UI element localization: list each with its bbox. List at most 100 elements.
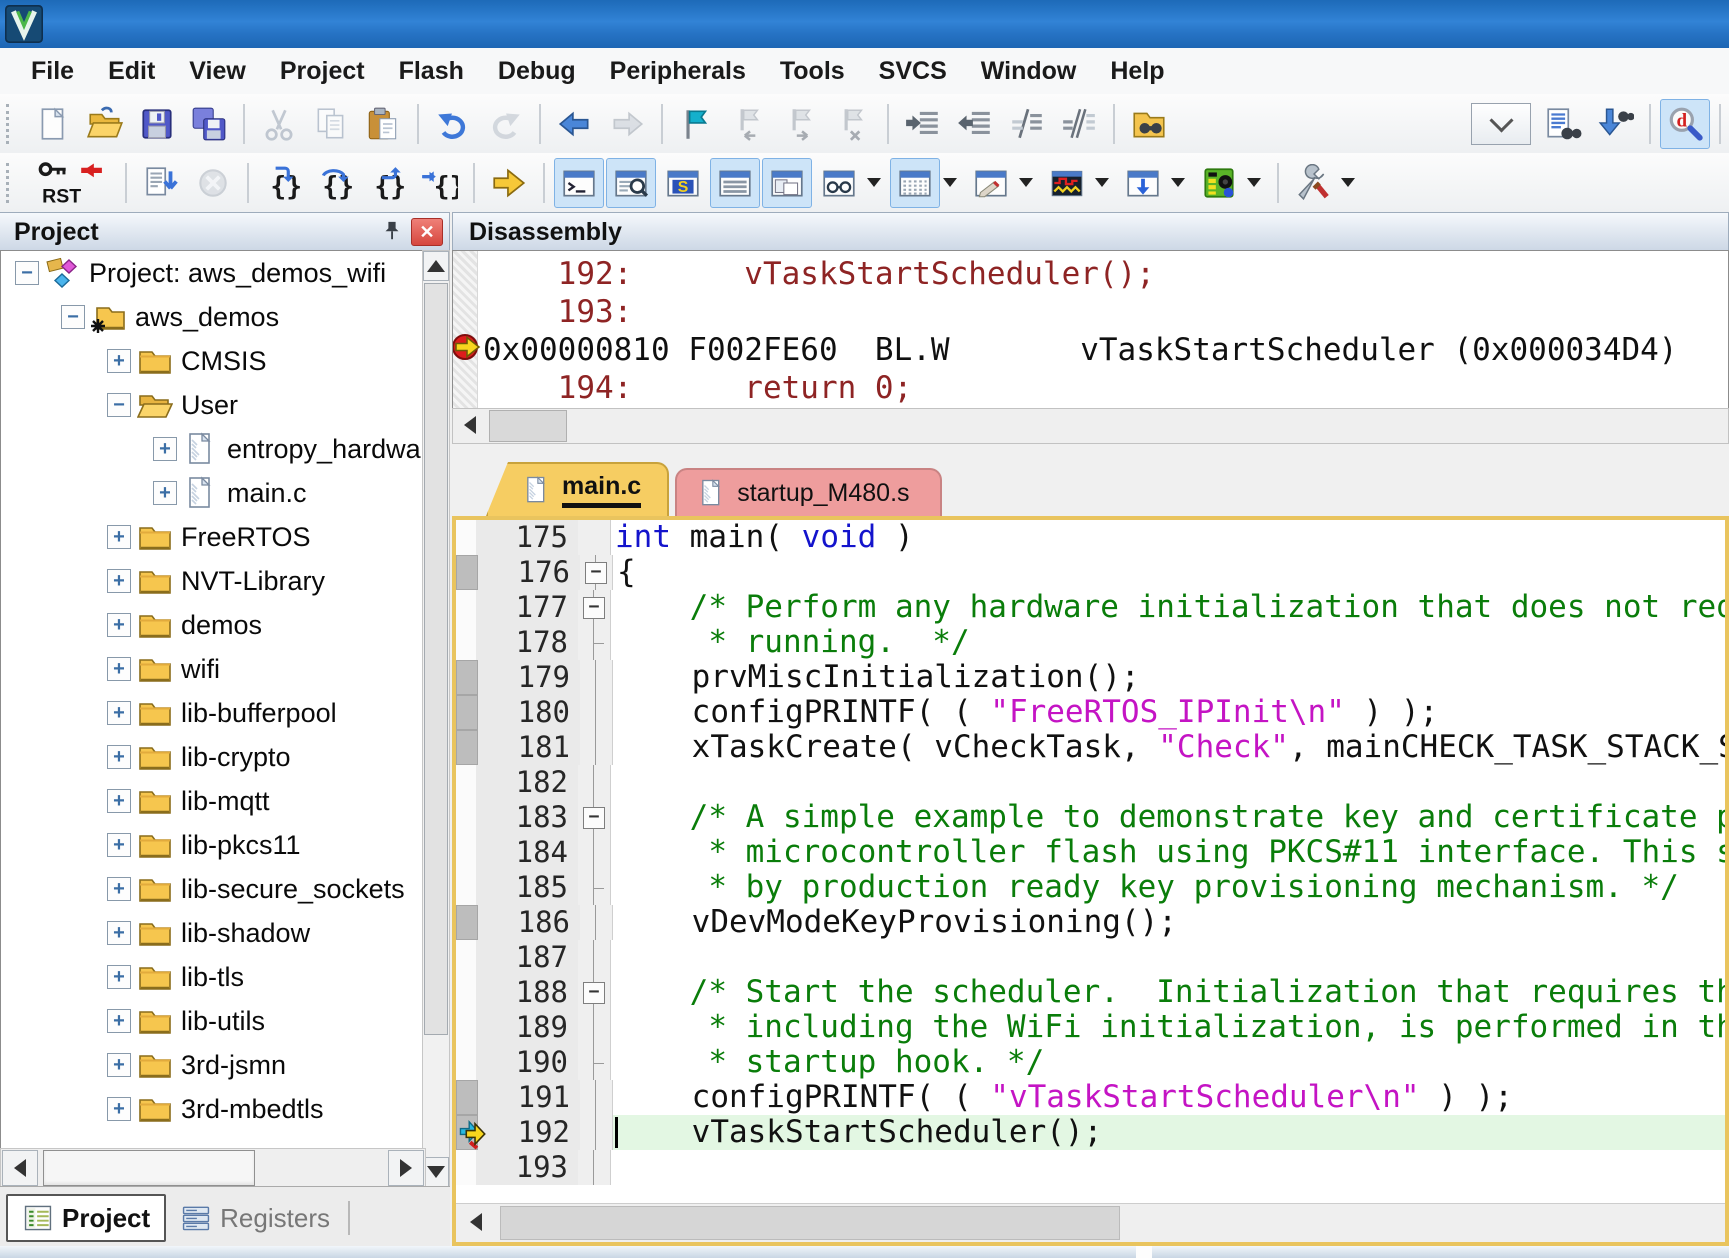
code-text[interactable]: /* Perform any hardware initialization t… [611, 590, 1725, 625]
tree-item-user[interactable]: −User [1, 383, 425, 427]
pin-icon[interactable] [377, 217, 407, 247]
tree-item-lib-shadow[interactable]: +lib-shadow [1, 911, 425, 955]
outdent-button[interactable] [950, 99, 1000, 149]
tree-item-demos[interactable]: +demos [1, 603, 425, 647]
expand-toggle[interactable]: + [107, 657, 131, 681]
uncomment-button[interactable] [1054, 99, 1104, 149]
editor-tab-main-c[interactable]: main.c [486, 462, 669, 516]
tree-item-lib-pkcs11[interactable]: +lib-pkcs11 [1, 823, 425, 867]
expand-toggle[interactable]: + [107, 877, 131, 901]
dropdown-caret-icon[interactable] [1341, 178, 1355, 187]
menu-debug[interactable]: Debug [481, 48, 593, 94]
fold-collapse-toggle[interactable]: − [583, 597, 605, 619]
run-button[interactable] [136, 158, 186, 208]
project-tree-hscrollbar[interactable] [0, 1148, 426, 1188]
scroll-left-button[interactable] [2, 1150, 38, 1186]
title-bar[interactable] [0, 0, 1729, 48]
disassembly-window-button[interactable] [606, 158, 656, 208]
analysis-window-button[interactable] [1042, 158, 1092, 208]
expand-toggle[interactable]: + [107, 745, 131, 769]
disassembly-window[interactable]: 192: vTaskStartScheduler(); 193:0x000008… [452, 250, 1729, 410]
code-text[interactable]: * microcontroller flash using PKCS#11 in… [611, 835, 1725, 870]
code-text[interactable]: vDevModeKeyProvisioning(); [613, 905, 1725, 940]
menu-file[interactable]: File [14, 48, 91, 94]
expand-toggle[interactable]: + [107, 1053, 131, 1077]
dropdown-caret-icon[interactable] [867, 178, 881, 187]
collapse-toggle[interactable]: − [61, 305, 85, 329]
incremental-find-button[interactable] [1590, 99, 1640, 149]
tree-item-lib-utils[interactable]: +lib-utils [1, 999, 425, 1043]
code-text[interactable]: { [613, 555, 1725, 590]
tree-item-wifi[interactable]: +wifi [1, 647, 425, 691]
code-text[interactable]: vTaskStartScheduler(); [613, 1115, 1725, 1150]
quick-find-combobox[interactable] [1471, 103, 1531, 145]
menu-project[interactable]: Project [263, 48, 382, 94]
fold-collapse-toggle[interactable]: − [583, 807, 605, 829]
step-over-button[interactable]: {} [310, 158, 360, 208]
expand-toggle[interactable]: + [107, 349, 131, 373]
copy-button[interactable] [306, 99, 356, 149]
menu-svcs[interactable]: SVCS [862, 48, 964, 94]
menu-view[interactable]: View [172, 48, 263, 94]
expand-toggle[interactable]: + [153, 437, 177, 461]
toolbox-button[interactable] [1288, 158, 1338, 208]
collapse-toggle[interactable]: − [107, 393, 131, 417]
hscroll-thumb[interactable] [489, 410, 567, 442]
expand-toggle[interactable]: + [107, 921, 131, 945]
scroll-left-button[interactable] [460, 1206, 492, 1238]
code-editor[interactable]: 175int main( void )176−{177− /* Perform … [456, 520, 1725, 1202]
toolbar-grip[interactable] [6, 163, 19, 203]
dropdown-caret-icon[interactable] [1171, 178, 1185, 187]
step-out-button[interactable]: {} [362, 158, 412, 208]
expand-toggle[interactable]: + [107, 1097, 131, 1121]
system-viewer-button[interactable] [1194, 158, 1244, 208]
expand-toggle[interactable]: + [107, 701, 131, 725]
trace-window-button[interactable] [1118, 158, 1168, 208]
expand-toggle[interactable]: + [107, 569, 131, 593]
find-in-files-folder-button[interactable] [1124, 99, 1174, 149]
vscroll-thumb[interactable] [424, 283, 448, 1035]
tree-item-lib-mqtt[interactable]: +lib-mqtt [1, 779, 425, 823]
disassembly-hscrollbar[interactable] [452, 408, 1729, 444]
expand-toggle[interactable]: + [107, 525, 131, 549]
tab-registers[interactable]: Registers [166, 1196, 344, 1240]
code-text[interactable]: * running. */ [611, 625, 1725, 660]
tree-item-3rd-jsmn[interactable]: +3rd-jsmn [1, 1043, 425, 1087]
disassembly-header[interactable]: Disassembly [452, 212, 1729, 252]
editor-tab-startup-m480-s[interactable]: startup_M480.s [675, 468, 941, 516]
symbol-window-button[interactable]: S [658, 158, 708, 208]
tree-item-lib-crypto[interactable]: +lib-crypto [1, 735, 425, 779]
expand-toggle[interactable]: + [107, 1009, 131, 1033]
show-current-statement-button[interactable] [484, 158, 534, 208]
tree-item-lib-bufferpool[interactable]: +lib-bufferpool [1, 691, 425, 735]
code-text[interactable]: int main( void ) [611, 520, 1725, 555]
hscroll-thumb[interactable] [43, 1150, 255, 1186]
expand-toggle[interactable]: + [153, 481, 177, 505]
code-text[interactable]: * by production ready key provisioning m… [611, 870, 1725, 905]
redo-button[interactable] [480, 99, 530, 149]
dropdown-caret-icon[interactable] [943, 178, 957, 187]
tree-item-3rd-mbedtls[interactable]: +3rd-mbedtls [1, 1087, 425, 1131]
paste-button[interactable] [358, 99, 408, 149]
registers-window-button[interactable] [710, 158, 760, 208]
fold-collapse-toggle[interactable]: − [585, 562, 607, 584]
menu-peripherals[interactable]: Peripherals [593, 48, 763, 94]
save-button[interactable] [132, 99, 182, 149]
nav-forward-button[interactable] [602, 99, 652, 149]
tree-item-freertos[interactable]: +FreeRTOS [1, 515, 425, 559]
menu-flash[interactable]: Flash [382, 48, 481, 94]
fold-collapse-toggle[interactable]: − [583, 982, 605, 1004]
code-text[interactable]: * startup hook. */ [611, 1045, 1725, 1080]
reset-rst-button[interactable]: RST [28, 158, 116, 208]
bookmark-clear-button[interactable] [828, 99, 878, 149]
tree-item-cmsis[interactable]: +CMSIS [1, 339, 425, 383]
step-into-button[interactable]: {} [258, 158, 308, 208]
scroll-right-button[interactable] [388, 1150, 424, 1186]
dropdown-caret-icon[interactable] [1247, 178, 1261, 187]
collapse-toggle[interactable]: − [15, 261, 39, 285]
expand-toggle[interactable]: + [107, 965, 131, 989]
toolbar-grip[interactable] [6, 104, 19, 144]
expand-toggle[interactable]: + [107, 789, 131, 813]
code-text[interactable] [611, 940, 1725, 975]
find-in-files-doc-button[interactable] [1538, 99, 1588, 149]
